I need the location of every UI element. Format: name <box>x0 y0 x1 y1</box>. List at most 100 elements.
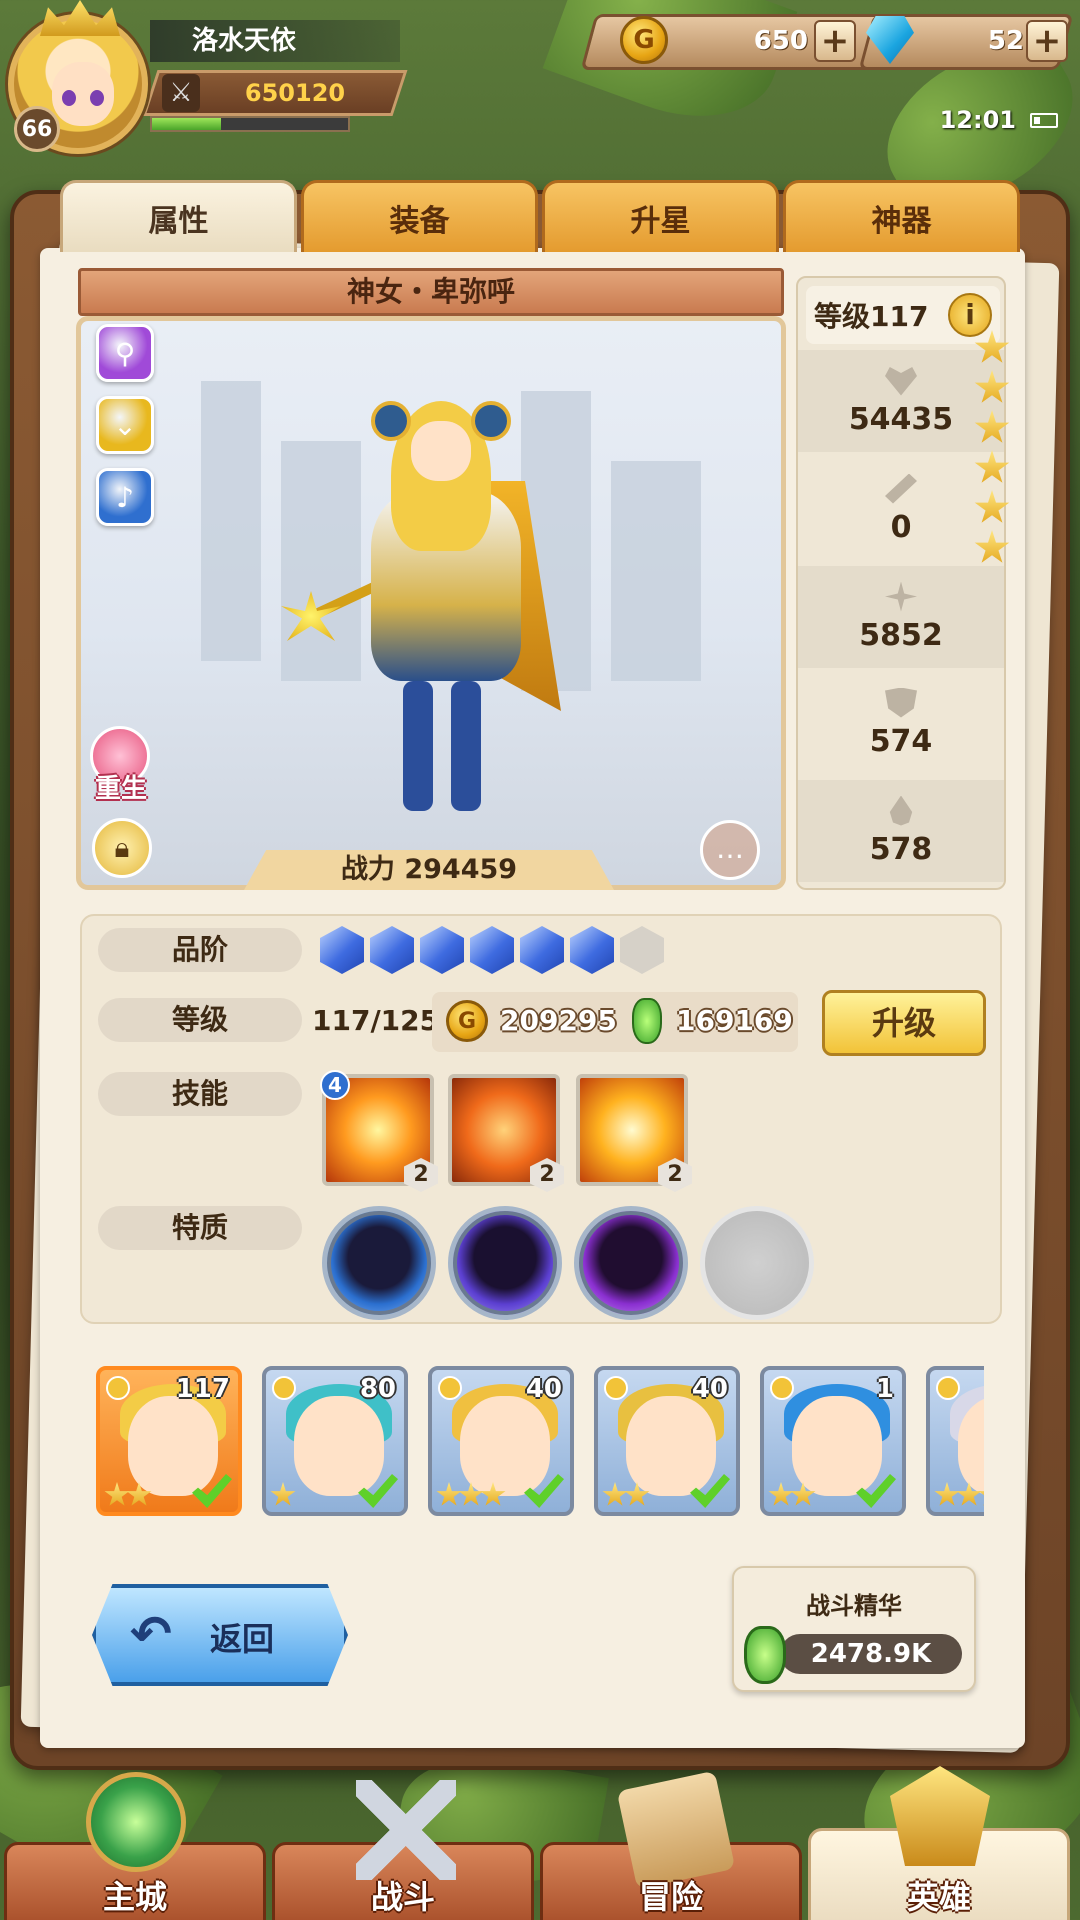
stats-panel: 等级117 i 54435 0 5852 574 578 <box>796 276 1006 890</box>
hero-model <box>281 381 571 821</box>
exp-potion-icon <box>632 998 662 1044</box>
traits-label: 特质 <box>98 1206 302 1250</box>
stat-level: 等级117 i <box>806 286 1000 344</box>
stat-defense: 574 <box>798 672 1004 774</box>
hero-card[interactable]: 1 <box>760 1366 906 1516</box>
hero-tabs: 属性 装备 升星 神器 <box>60 180 1020 252</box>
hero-card[interactable]: 80 <box>262 1366 408 1516</box>
hero-card-level: 40 <box>691 1374 728 1404</box>
essence-value: 2478.9K <box>780 1634 962 1674</box>
player-avatar[interactable]: 66 <box>0 0 160 160</box>
hero-card[interactable]: 40 <box>428 1366 574 1516</box>
trait-slot[interactable] <box>322 1206 436 1320</box>
hero-face <box>626 1396 716 1496</box>
rank-tag-icon <box>770 1376 794 1400</box>
hero-name: 神女・卑弥呼 <box>78 268 784 316</box>
player-power: 650120 <box>244 79 346 107</box>
hero-face <box>460 1396 550 1496</box>
skill-card[interactable]: 2 <box>448 1074 564 1192</box>
lock-icon[interactable]: 🔒︎ <box>92 818 152 878</box>
skill-card[interactable]: 2 <box>576 1074 692 1192</box>
hero-face <box>294 1396 384 1496</box>
hero-card[interactable]: 117 <box>96 1366 242 1516</box>
hero-level-label: 等级117 <box>814 300 929 333</box>
rank-tag-icon <box>106 1376 130 1400</box>
level-label: 等级 <box>98 998 302 1042</box>
stat-hp: 54435 <box>798 350 1004 452</box>
nav-label-battle: 战斗 <box>370 1878 435 1916</box>
gold-amount: 650 <box>753 26 808 56</box>
nav-label-main-city: 主城 <box>102 1878 167 1916</box>
gold-coin-icon: G <box>620 16 668 64</box>
nav-label-heroes: 英雄 <box>906 1878 971 1916</box>
avatar-face <box>52 62 114 126</box>
info-button[interactable]: i <box>948 293 992 337</box>
exp-bar-fill <box>152 118 221 130</box>
player-name: 洛水天依 <box>150 20 400 62</box>
burst-icon <box>885 581 917 612</box>
music-note-icon[interactable]: ♪ <box>96 468 154 526</box>
trait-slot[interactable] <box>448 1206 562 1320</box>
sword-icon <box>885 473 917 504</box>
star-icon <box>934 1482 960 1506</box>
potion-cost: 169169 <box>676 1004 793 1037</box>
hero-battle-power: 战力 294459 <box>244 850 614 890</box>
gem-amount: 52 <box>987 26 1024 56</box>
chat-bubble-icon[interactable]: … <box>700 820 760 880</box>
tab-artifact[interactable]: 神器 <box>783 180 1020 252</box>
hero-roster: 117 80 40 40 1 <box>96 1366 984 1518</box>
skill-level-badge: 4 <box>320 1070 350 1100</box>
stat-attack: 0 <box>798 458 1004 560</box>
add-gold-button[interactable]: + <box>814 20 856 62</box>
tab-star-up[interactable]: 升星 <box>542 180 779 252</box>
hero-card[interactable] <box>926 1366 984 1516</box>
tab-equipment[interactable]: 装备 <box>301 180 538 252</box>
hero-card[interactable]: 40 <box>594 1366 740 1516</box>
crossed-swords-icon: ⚔ <box>162 74 200 112</box>
star-icon <box>270 1482 296 1506</box>
stat-defense-value: 574 <box>869 723 933 759</box>
stat-resist-value: 578 <box>869 831 933 867</box>
exp-bar <box>150 116 350 132</box>
player-level-badge: 66 <box>14 106 60 152</box>
status-time: 12:01 <box>939 106 1016 134</box>
tab-attributes[interactable]: 属性 <box>60 180 297 252</box>
star-icon <box>436 1482 462 1506</box>
rank-tag-icon <box>936 1376 960 1400</box>
rank-tag-icon <box>604 1376 628 1400</box>
stat-crit: 5852 <box>798 566 1004 668</box>
star-icon <box>104 1482 130 1506</box>
crossed-swords-icon <box>356 1780 456 1880</box>
trait-slot[interactable] <box>574 1206 688 1320</box>
chevron-badge-icon[interactable]: ⌄ <box>96 396 154 454</box>
hero-card-level: 40 <box>525 1374 562 1404</box>
stat-hp-value: 54435 <box>848 401 954 437</box>
skill-card[interactable]: 4 2 <box>320 1070 438 1192</box>
main-city-icon <box>86 1772 186 1872</box>
level-progress: 117/125 <box>312 1004 440 1037</box>
return-arrow-icon: ↶ <box>130 1605 172 1663</box>
droplet-icon <box>889 795 913 826</box>
hero-face <box>792 1396 882 1496</box>
gold-coin-icon: G <box>446 1000 488 1042</box>
hero-card-level: 80 <box>359 1374 396 1404</box>
trait-slot-empty[interactable] <box>700 1206 814 1320</box>
skills-label: 技能 <box>98 1072 302 1116</box>
upgrade-button[interactable]: 升级 <box>822 990 986 1056</box>
crown-icon <box>40 0 120 36</box>
add-gems-button[interactable]: + <box>1026 20 1068 62</box>
stat-attack-value: 0 <box>890 509 912 545</box>
battery-icon <box>1030 113 1058 128</box>
hero-card-level: 1 <box>875 1374 894 1404</box>
essence-title: 战斗精华 <box>806 1592 902 1620</box>
back-label: 返回 <box>210 1620 275 1658</box>
star-icon <box>768 1482 794 1506</box>
essence-potion-icon <box>744 1626 786 1684</box>
shield-icon <box>885 687 917 718</box>
rebirth-label: 重生 <box>94 774 147 804</box>
stat-crit-value: 5852 <box>859 617 943 653</box>
hero-face <box>128 1396 218 1496</box>
gold-cost: 209295 <box>500 1004 617 1037</box>
stat-resist: 578 <box>798 780 1004 882</box>
wand-icon[interactable]: ⚲ <box>96 324 154 382</box>
